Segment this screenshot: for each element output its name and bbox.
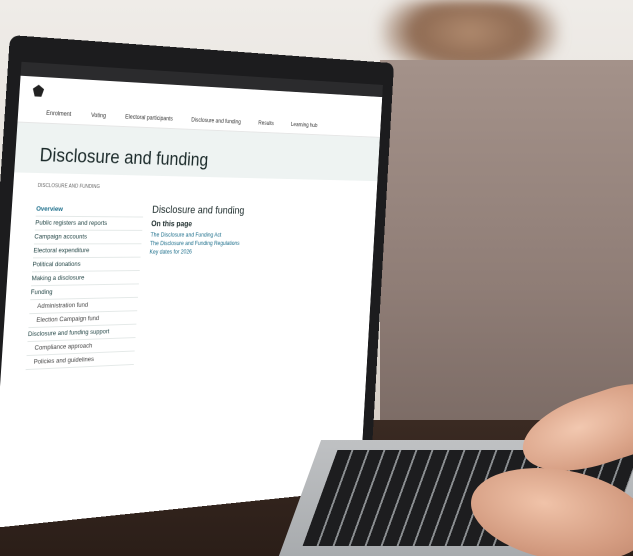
on-this-page-heading: On this page [151, 219, 356, 228]
page-title: Disclosure and funding [39, 145, 360, 175]
sidebar-item[interactable]: Overview [36, 203, 144, 218]
main-content: Disclosure and funding On this page The … [142, 204, 357, 364]
nav-item-disclosure-and-funding[interactable]: Disclosure and funding [191, 118, 241, 126]
nav-item-voting[interactable]: Voting [91, 113, 106, 119]
sidebar-item[interactable]: Political donations [32, 258, 140, 273]
background-laptop [380, 60, 633, 440]
nav-item-electoral-participants[interactable]: Electoral participants [125, 115, 173, 123]
commission-logo-icon [32, 84, 44, 96]
sidebar-item[interactable]: Campaign accounts [34, 231, 142, 245]
nav-item-results[interactable]: Results [258, 121, 274, 127]
link-key-dates[interactable]: Key dates for 2026 [149, 248, 355, 257]
photo-scene: Enrolment Voting Electoral participants … [0, 0, 633, 556]
nav-item-enrolment[interactable]: Enrolment [46, 111, 71, 118]
nav-item-learning-hub[interactable]: Learning hub [291, 122, 318, 129]
sidebar-nav: Overview Public registers and reports Camp… [26, 203, 144, 370]
link-disclosure-act[interactable]: The Disclosure and Funding Act [150, 232, 355, 241]
content-heading: Disclosure and funding [152, 204, 357, 217]
page-body: Overview Public registers and reports Camp… [1, 198, 376, 371]
sidebar-item[interactable]: Electoral expenditure [33, 244, 141, 258]
sidebar-item[interactable]: Public registers and reports [35, 217, 143, 231]
